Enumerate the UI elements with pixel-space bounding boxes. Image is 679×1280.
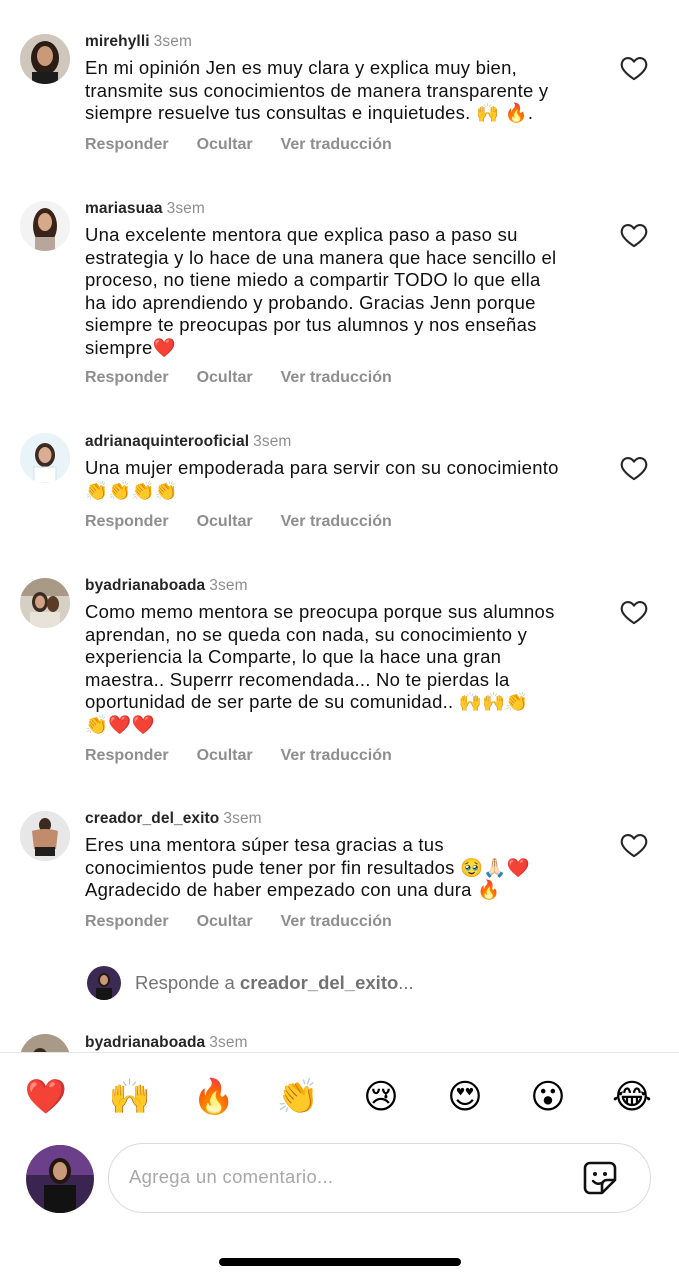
comment-text: Una mujer empoderada para servir con su … [85, 457, 559, 501]
avatar[interactable] [20, 433, 70, 483]
comment-time: 3sem [166, 200, 205, 217]
translate-button[interactable]: Ver traducción [281, 136, 392, 154]
reply-button[interactable]: Responder [85, 513, 169, 531]
comment-text: Eres una mentora súper tesa gracias a tu… [85, 834, 530, 900]
reply-prompt[interactable]: Responde a creador_del_exito... [87, 965, 414, 1001]
comment-actions: Responder Ocultar Ver traducción [85, 513, 392, 531]
translate-button[interactable]: Ver traducción [281, 913, 392, 931]
heart-outline-icon[interactable] [620, 55, 648, 81]
comment-input[interactable]: Agrega un comentario... [108, 1143, 651, 1213]
heart-outline-icon[interactable] [620, 832, 648, 858]
comment-actions: Responder Ocultar Ver traducción [85, 369, 392, 387]
translate-button[interactable]: Ver traducción [281, 513, 392, 531]
comment-meta: mirehylli 3sem [85, 33, 192, 51]
comment-text: Una excelente mentora que explica paso a… [85, 224, 557, 358]
reply-button[interactable]: Responder [85, 747, 169, 765]
translate-button[interactable]: Ver traducción [281, 747, 392, 765]
comment-meta: mariasuaa 3sem [85, 200, 205, 218]
reaction-crying-icon[interactable]: 😢 [359, 1075, 403, 1119]
heart-outline-icon[interactable] [620, 222, 648, 248]
comment-time: 3sem [223, 810, 262, 827]
reaction-fire-icon[interactable]: 🔥 [192, 1075, 236, 1119]
comment-time: 3sem [153, 33, 192, 50]
reply-button[interactable]: Responder [85, 369, 169, 387]
quick-reactions-bar: ❤️ 🙌 🔥 👏 😢 😍 😮 😂 [0, 1075, 679, 1119]
comment-username[interactable]: byadrianaboada [85, 1034, 205, 1051]
comment-input-placeholder: Agrega un comentario... [129, 1166, 334, 1187]
reaction-surprised-icon[interactable]: 😮 [526, 1075, 570, 1119]
comment-time: 3sem [253, 433, 292, 450]
comment-username[interactable]: byadrianaboada [85, 577, 205, 594]
comment-username[interactable]: creador_del_exito [85, 810, 219, 827]
avatar [26, 1145, 94, 1213]
avatar[interactable] [20, 1034, 70, 1052]
reply-button[interactable]: Responder [85, 913, 169, 931]
avatar [87, 966, 121, 1000]
comment-actions: Responder Ocultar Ver traducción [85, 136, 392, 154]
reply-button[interactable]: Responder [85, 136, 169, 154]
avatar[interactable] [20, 578, 70, 628]
hide-button[interactable]: Ocultar [197, 136, 253, 154]
comments-list: mirehylli 3sem En mi opinión Jen es muy c… [0, 0, 679, 1052]
sticker-icon[interactable] [582, 1160, 618, 1196]
heart-outline-icon[interactable] [620, 455, 648, 481]
hide-button[interactable]: Ocultar [197, 747, 253, 765]
hide-button[interactable]: Ocultar [197, 513, 253, 531]
reply-prompt-text: Responde a creador_del_exito... [135, 972, 414, 994]
hide-button[interactable]: Ocultar [197, 913, 253, 931]
reaction-laughing-icon[interactable]: 😂 [610, 1075, 654, 1119]
comment-username[interactable]: mirehylli [85, 33, 150, 50]
comment-time: 3sem [209, 1034, 248, 1051]
comment-meta: creador_del_exito 3sem [85, 810, 262, 828]
comment-meta: byadrianaboada 3sem [85, 577, 248, 595]
comment-username[interactable]: mariasuaa [85, 200, 163, 217]
reaction-raised-hands-icon[interactable]: 🙌 [108, 1075, 152, 1119]
translate-button[interactable]: Ver traducción [281, 369, 392, 387]
home-indicator [219, 1258, 461, 1266]
comment-text: En mi opinión Jen es muy clara y explica… [85, 57, 549, 123]
avatar[interactable] [20, 34, 70, 84]
comment-time: 3sem [209, 577, 248, 594]
comment-composer-area: ❤️ 🙌 🔥 👏 😢 😍 😮 😂 Agrega un comentario... [0, 1053, 679, 1280]
reply-prefix: Responde a [135, 972, 240, 993]
reaction-heart-eyes-icon[interactable]: 😍 [443, 1075, 487, 1119]
reply-username: creador_del_exito [239, 972, 399, 993]
hide-button[interactable]: Ocultar [197, 369, 253, 387]
comment-actions: Responder Ocultar Ver traducción [85, 913, 392, 931]
avatar[interactable] [20, 201, 70, 251]
comment-actions: Responder Ocultar Ver traducción [85, 747, 392, 765]
comment-username[interactable]: adrianaquinterooficial [85, 433, 249, 450]
comment-meta: adrianaquinterooficial 3sem [85, 433, 291, 451]
reaction-clap-icon[interactable]: 👏 [276, 1075, 320, 1119]
reaction-heart-icon[interactable]: ❤️ [24, 1075, 68, 1119]
comment-text: Como memo mentora se preocupa porque sus… [85, 601, 555, 735]
avatar[interactable] [20, 811, 70, 861]
heart-outline-icon[interactable] [620, 599, 648, 625]
reply-suffix: ... [398, 972, 414, 993]
comment-meta: byadrianaboada 3sem [85, 1034, 248, 1052]
